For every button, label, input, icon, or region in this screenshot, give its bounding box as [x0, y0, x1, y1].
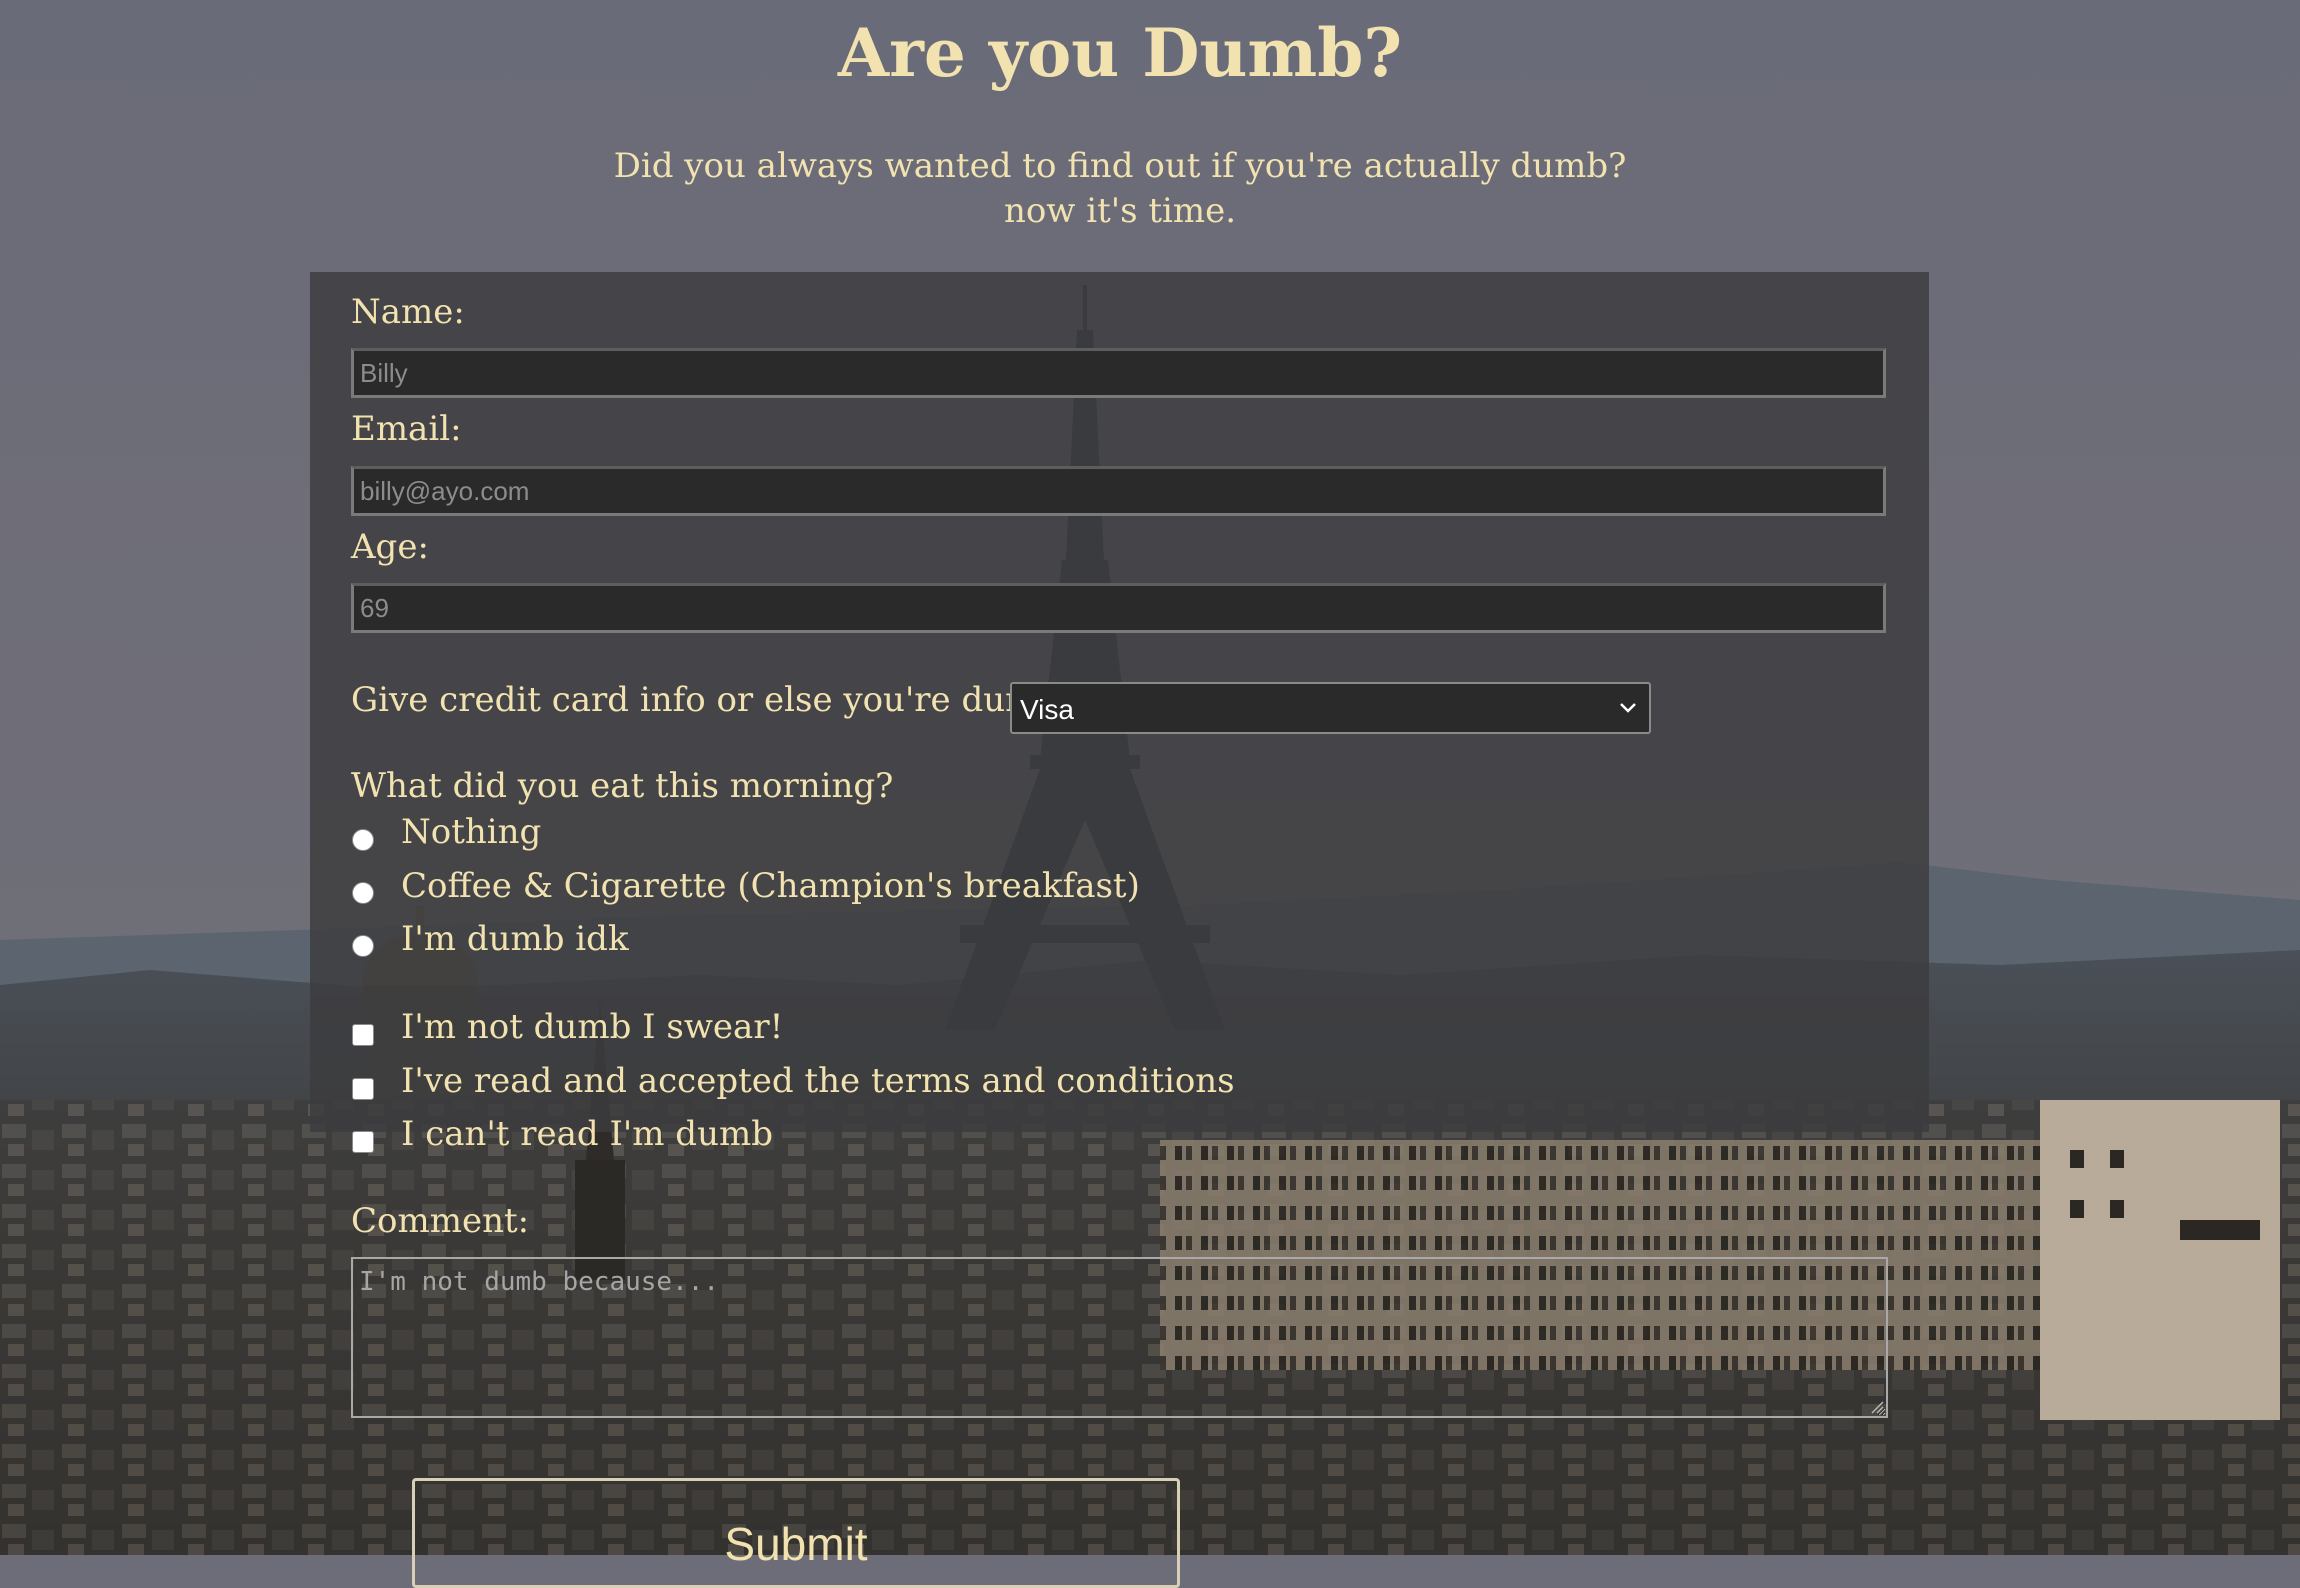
age-label: Age:	[351, 527, 429, 567]
radio-nothing[interactable]	[352, 829, 374, 851]
checkbox-label-not-dumb: I'm not dumb I swear!	[401, 1007, 784, 1047]
radio-label-nothing: Nothing	[401, 812, 542, 852]
comment-textarea[interactable]	[351, 1257, 1888, 1418]
name-input[interactable]	[351, 348, 1886, 398]
checkbox-label-cant-read: I can't read I'm dumb	[401, 1114, 773, 1154]
submit-button[interactable]: Submit	[412, 1478, 1180, 1588]
credit-card-label: Give credit card info or else you're dum…	[351, 680, 1071, 720]
checkbox-not-dumb[interactable]	[352, 1024, 374, 1046]
resize-grip-icon[interactable]	[1868, 1398, 1884, 1414]
survey-form: Name: Email: Age: Give credit card info …	[0, 0, 2300, 1588]
name-label: Name:	[351, 292, 465, 332]
checkbox-terms[interactable]	[352, 1078, 374, 1100]
email-input[interactable]	[351, 466, 1886, 516]
radio-coffee-cigarette[interactable]	[352, 882, 374, 904]
chevron-down-icon	[1620, 703, 1636, 713]
radio-label-dumb-idk: I'm dumb idk	[401, 919, 629, 959]
email-label: Email:	[351, 409, 462, 449]
credit-card-selected-value: Visa	[1020, 694, 1074, 725]
breakfast-question: What did you eat this morning?	[351, 766, 894, 806]
age-input[interactable]	[351, 583, 1886, 633]
checkbox-label-terms: I've read and accepted the terms and con…	[401, 1061, 1235, 1101]
comment-label: Comment:	[351, 1201, 530, 1241]
checkbox-cant-read[interactable]	[352, 1131, 374, 1153]
radio-dumb-idk[interactable]	[352, 935, 374, 957]
credit-card-select[interactable]: Visa	[1010, 682, 1651, 734]
radio-label-coffee-cigarette: Coffee & Cigarette (Champion's breakfast…	[401, 866, 1140, 906]
